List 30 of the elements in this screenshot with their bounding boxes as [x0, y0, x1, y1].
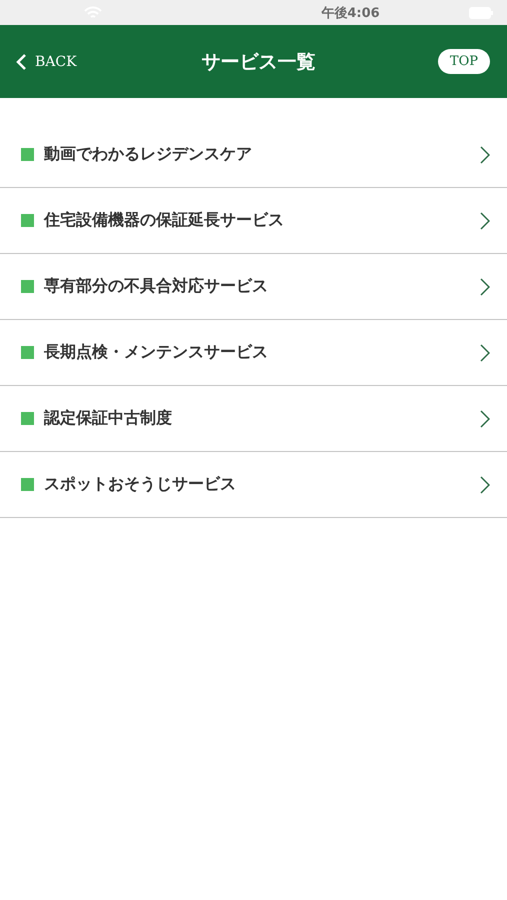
chevron-right-icon [480, 212, 490, 230]
service-label: 動画でわかるレジデンスケア [44, 144, 253, 165]
back-button[interactable]: BACK [14, 50, 79, 72]
page-title: サービス一覧 [201, 50, 316, 74]
chevron-right-icon [480, 410, 490, 428]
square-bullet-icon [21, 346, 34, 359]
service-list-item[interactable]: スポットおそうじサービス [0, 452, 507, 518]
square-bullet-icon [21, 478, 34, 491]
service-label: 認定保証中古制度 [44, 408, 173, 429]
back-label: BACK [35, 54, 77, 70]
status-time: 午後4:06 [321, 4, 380, 22]
chevron-right-icon [480, 278, 490, 296]
service-label: 専有部分の不具合対応サービス [44, 276, 269, 297]
square-bullet-icon [21, 148, 34, 161]
square-bullet-icon [21, 214, 34, 227]
chevron-right-icon [480, 344, 490, 362]
top-button[interactable]: TOP [438, 49, 490, 74]
square-bullet-icon [21, 280, 34, 293]
square-bullet-icon [21, 412, 34, 425]
service-list-item[interactable]: 認定保証中古制度 [0, 386, 507, 452]
chevron-right-icon [480, 146, 490, 164]
chevron-left-icon [16, 52, 27, 70]
chevron-right-icon [480, 476, 490, 494]
service-label: 長期点検・メンテンスサービス [44, 342, 269, 363]
service-label: スポットおそうじサービス [44, 474, 237, 495]
service-list-item[interactable]: 住宅設備機器の保証延長サービス [0, 188, 507, 254]
service-list-item[interactable]: 専有部分の不具合対応サービス [0, 254, 507, 320]
service-list-item[interactable]: 長期点検・メンテンスサービス [0, 320, 507, 386]
service-label: 住宅設備機器の保証延長サービス [44, 210, 285, 231]
service-list-item[interactable]: 動画でわかるレジデンスケア [0, 122, 507, 188]
